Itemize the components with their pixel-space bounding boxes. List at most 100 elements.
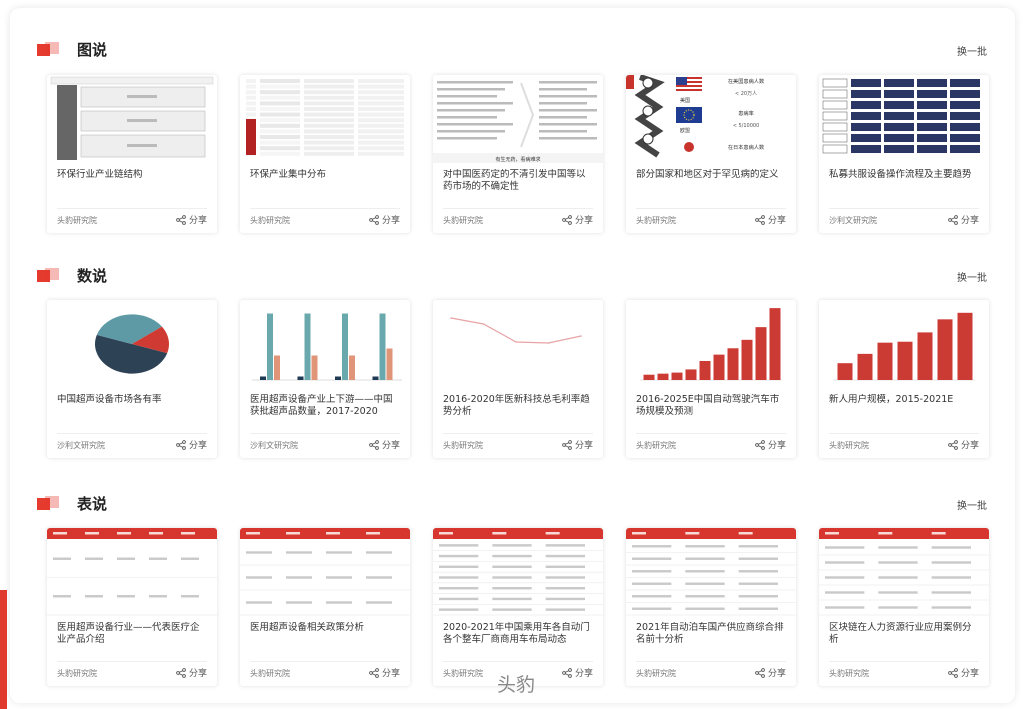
table-cell (358, 107, 404, 111)
card[interactable]: 医用超声设备相关政策分析 头豹研究院 分享 (240, 528, 410, 686)
share-button[interactable]: 分享 (755, 213, 786, 226)
card[interactable]: 医用超声设备产业上下游——中国获批超声品数量，2017-2020 沙利文研究院 … (240, 300, 410, 458)
share-icon (176, 667, 186, 678)
card-thumbnail (240, 75, 410, 163)
cell-text (825, 591, 865, 594)
cell-text (439, 576, 479, 579)
card[interactable]: 2021年自动泊车国产供应商综合排名前十分析 头豹研究院 分享 (626, 528, 796, 686)
cell-text (632, 595, 672, 598)
card[interactable]: 2020-2021年中国乘用车各自动门各个整车厂商商用车布局动态 头豹研究院 分… (433, 528, 603, 686)
table-cell (304, 129, 354, 134)
cell-text (878, 591, 918, 594)
share-icon (562, 439, 572, 450)
cell-text (286, 601, 312, 604)
text-line (437, 95, 497, 98)
card[interactable]: 2016-2020年医新科技总毛利率趋势分析 头豹研究院 分享 (433, 300, 603, 458)
row-label-box (822, 78, 848, 88)
cell-text (878, 606, 918, 609)
eu-flag-icon (676, 107, 702, 123)
cell-text (439, 597, 479, 601)
highlight-block (246, 119, 256, 155)
table-header (433, 528, 603, 539)
card-title: 新人用户规模，2015-2021E (829, 394, 954, 405)
share-label: 分享 (188, 216, 207, 226)
card-title: 2016-2020年医新科技总毛利率趋势分析 (443, 394, 590, 417)
card[interactable]: 有生无药，看病难求 对中国医药定的不清引发中国等以药市场的不确定性 头豹研究院 … (433, 75, 603, 233)
navy-block (884, 145, 914, 153)
edge-accent (0, 590, 7, 709)
share-button[interactable]: 分享 (176, 213, 207, 226)
share-button[interactable]: 分享 (948, 213, 979, 226)
header-text (685, 532, 700, 535)
cell-text (492, 587, 532, 590)
bar (372, 376, 379, 380)
cell-text (286, 551, 312, 554)
row-label-box (822, 144, 848, 154)
bar (877, 342, 893, 380)
navy-block (917, 123, 947, 131)
row-label-box (822, 122, 848, 132)
svg-text:在日本患病人数: 在日本患病人数 (728, 143, 765, 151)
table-cell (260, 107, 300, 111)
share-button[interactable]: 分享 (176, 438, 207, 451)
share-button[interactable]: 分享 (562, 666, 593, 679)
share-icon (755, 439, 765, 450)
table-cell (358, 129, 404, 134)
cell-text (545, 608, 585, 611)
card-title: 对中国医药定的不清引发中国等以药市场的不确定性 (443, 169, 586, 192)
cell-text (492, 554, 532, 558)
cell-text (931, 546, 971, 549)
share-button[interactable]: 分享 (176, 666, 207, 679)
card[interactable]: 医用超声设备行业——代表医疗企业产品介绍 头豹研究院 分享 (47, 528, 217, 686)
cell-text (492, 608, 532, 611)
card[interactable]: 私募共服设备操作流程及主要趋势 沙利文研究院 分享 (819, 75, 989, 233)
table-cell (304, 101, 354, 106)
card-thumbnail (626, 528, 796, 616)
share-button[interactable]: 分享 (755, 666, 786, 679)
card-thumbnail: 有生无药，看病难求 (433, 75, 603, 163)
share-button[interactable]: 分享 (948, 666, 979, 679)
svg-text:美国: 美国 (680, 97, 690, 104)
card-source: 头豹研究院 (57, 216, 97, 225)
share-button[interactable]: 分享 (369, 666, 400, 679)
share-icon (176, 214, 186, 225)
cell-text (366, 551, 392, 554)
cell-text (439, 565, 479, 568)
cell-text (878, 576, 918, 579)
card-title: 医用超声设备行业——代表医疗企业产品介绍 (57, 622, 200, 645)
refresh-link[interactable]: 换一批 (957, 269, 987, 284)
bar (671, 372, 683, 380)
cell-text (439, 608, 479, 611)
header-text (878, 532, 893, 535)
bar (386, 348, 393, 380)
card[interactable]: 环保产业集中分布 头豹研究院 分享 (240, 75, 410, 233)
text-line (539, 109, 597, 112)
card[interactable]: 中国超声设备市场各有率 沙利文研究院 分享 (47, 300, 217, 458)
share-button[interactable]: 分享 (562, 438, 593, 451)
card[interactable]: 新人用户规模，2015-2021E 头豹研究院 分享 (819, 300, 989, 458)
grouped-bar-chart (252, 313, 402, 381)
text-line (437, 109, 505, 112)
card[interactable]: 美国 欧盟 在美国患病人数 < 20万人 患病率 < 5/10000 在日本患病… (626, 75, 796, 233)
card[interactable]: 区块链在人力资源行业应用案例分析 头豹研究院 分享 (819, 528, 989, 686)
share-button[interactable]: 分享 (755, 438, 786, 451)
text-line (539, 81, 597, 84)
header-text (117, 532, 131, 535)
text-line (437, 81, 513, 84)
card[interactable]: 环保行业产业链结构 头豹研究院 分享 (47, 75, 217, 233)
data-point (580, 335, 582, 337)
refresh-link[interactable]: 换一批 (957, 43, 987, 58)
share-button[interactable]: 分享 (562, 213, 593, 226)
bar (755, 327, 767, 380)
card[interactable]: 2016-2025E中国自动驾驶汽车市场规模及预测 头豹研究院 分享 (626, 300, 796, 458)
navy-block (950, 101, 980, 109)
table-cell (304, 79, 354, 83)
share-button[interactable]: 分享 (369, 213, 400, 226)
cell-text (632, 582, 672, 585)
card-thumbnail (819, 75, 989, 163)
share-button[interactable]: 分享 (369, 438, 400, 451)
text-line (539, 123, 597, 126)
row-label-box (822, 111, 848, 121)
refresh-link[interactable]: 换一批 (957, 497, 987, 512)
share-button[interactable]: 分享 (948, 438, 979, 451)
